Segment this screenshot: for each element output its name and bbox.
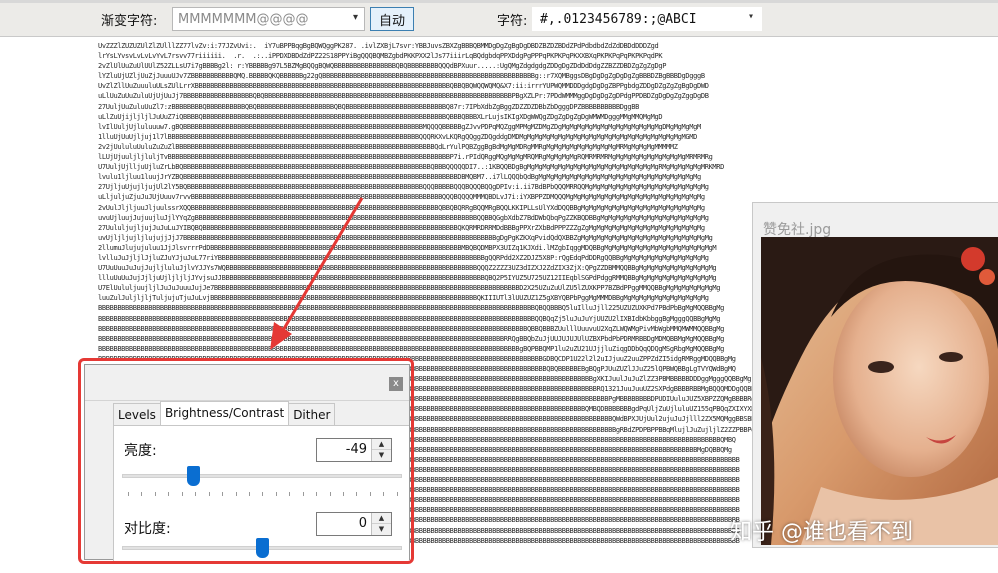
brightness-value: -49	[345, 442, 367, 457]
spin-up-icon[interactable]: ▲	[372, 439, 391, 450]
adjust-dialog: x Levels Brightness/Contrast Dither 亮度: …	[84, 364, 410, 561]
chevron-down-icon[interactable]: ▾	[748, 11, 754, 22]
chevron-down-icon[interactable]: ▾	[353, 12, 358, 23]
contrast-label: 对比度:	[124, 521, 171, 537]
chars-label: 字符:	[497, 14, 528, 29]
tab-dither[interactable]: Dither	[288, 403, 336, 425]
brightness-slider-track[interactable]	[122, 474, 402, 478]
gradient-chars-label: 渐变字符:	[101, 14, 158, 29]
tab-levels[interactable]: Levels	[113, 403, 161, 425]
adjust-tabs: Levels Brightness/Contrast Dither	[113, 401, 336, 425]
auto-button[interactable]: 自动	[370, 7, 414, 31]
preview-photo	[761, 237, 998, 545]
left-margin	[0, 37, 90, 573]
watermark-text: 知乎 @谁也看不到	[730, 520, 913, 545]
spin-down-icon[interactable]: ▼	[372, 524, 391, 535]
spin-up-icon[interactable]: ▲	[372, 513, 391, 524]
brightness-contrast-panel: 亮度: -49 ▲ ▼ 对比度: 0 ▲ ▼	[113, 425, 409, 561]
tab-brightness-contrast[interactable]: Brightness/Contrast	[159, 401, 290, 425]
portrait-image	[761, 237, 998, 545]
gradient-chars-combo[interactable]: MMMMMMM@@@@ ▾	[172, 7, 365, 31]
contrast-spinbox[interactable]: 0 ▲ ▼	[316, 512, 392, 536]
brightness-slider-thumb[interactable]	[186, 466, 200, 486]
close-button[interactable]: x	[389, 377, 403, 391]
brightness-spinbox[interactable]: -49 ▲ ▼	[316, 438, 392, 462]
brightness-label: 亮度:	[124, 443, 157, 459]
dialog-titlebar[interactable]: x	[85, 365, 409, 401]
spin-down-icon[interactable]: ▼	[372, 450, 391, 461]
chars-combo[interactable]: #,.0123456789:;@ABCI ▾	[532, 7, 762, 31]
preview-title: 赞免社.jpg	[763, 222, 832, 238]
toolbar-top-line	[0, 0, 998, 3]
contrast-spin-buttons: ▲ ▼	[371, 513, 391, 535]
contrast-value: 0	[358, 516, 367, 531]
contrast-slider-thumb[interactable]	[255, 538, 269, 558]
toolbar: 渐变字符: MMMMMMM@@@@ ▾ 自动 字符: #,.0123456789…	[0, 0, 998, 37]
brightness-spin-buttons: ▲ ▼	[371, 439, 391, 461]
chars-value: #,.0123456789:;@ABCI	[540, 11, 697, 27]
brightness-slider-ticks	[128, 492, 398, 498]
gradient-chars-value: MMMMMMM@@@@	[178, 11, 309, 27]
image-preview-window[interactable]: 赞免社.jpg	[752, 202, 998, 548]
